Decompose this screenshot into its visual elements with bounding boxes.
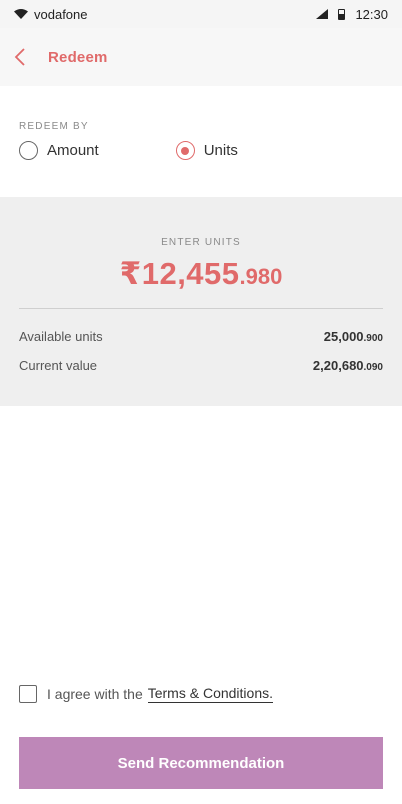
carrier-name: vodafone: [34, 6, 88, 22]
enter-units-label: ENTER UNITS: [161, 237, 241, 248]
redeem-by-options: Amount Units: [19, 141, 383, 160]
available-units-dec: .900: [363, 333, 383, 344]
redeem-by-section: REDEEM BY Amount Units: [0, 86, 402, 197]
current-value-value: 2,20,680.090: [313, 358, 383, 373]
battery-icon: [338, 8, 346, 20]
units-input[interactable]: ₹12,455.980: [19, 256, 383, 300]
status-right: 12:30: [316, 7, 388, 22]
current-value-label: Current value: [19, 358, 98, 373]
radio-selected-dot: [181, 146, 190, 155]
available-units-label: Available units: [19, 329, 103, 344]
current-value-dec: .090: [363, 362, 383, 373]
back-button[interactable]: [14, 45, 34, 69]
radio-label-amount: Amount: [47, 142, 99, 159]
radio-label-units: Units: [203, 142, 238, 159]
send-recommendation-button[interactable]: Send Recommendation: [19, 737, 383, 789]
wifi-icon: [14, 9, 28, 19]
radio-amount[interactable]: [19, 141, 38, 160]
terms-checkbox[interactable]: [19, 685, 37, 703]
radio-option-amount[interactable]: Amount: [19, 141, 99, 160]
current-value-int: 2,20,680: [312, 358, 364, 373]
app-bar: Redeem: [0, 28, 402, 86]
units-value-decimal: .980: [239, 264, 283, 289]
available-units-row: Available units 25,000.900: [19, 329, 383, 344]
units-panel: ENTER UNITS ₹12,455.980 Available units …: [0, 197, 402, 406]
status-bar: vodafone 12:30: [0, 0, 402, 28]
agree-text: I agree with the: [47, 686, 143, 702]
units-value-main: ₹12,455: [119, 256, 240, 291]
available-units-int: 25,000: [323, 329, 364, 344]
chevron-left-icon: [14, 48, 25, 66]
redeem-by-label: REDEEM BY: [19, 121, 89, 132]
current-value-row: Current value 2,20,680.090: [19, 358, 383, 373]
units-divider: [19, 308, 383, 309]
page-title: Redeem: [48, 48, 108, 66]
status-left: vodafone: [14, 7, 88, 22]
terms-link[interactable]: Terms & Conditions.: [147, 685, 274, 703]
signal-icon: [316, 9, 329, 19]
available-units-value: 25,000.900: [324, 329, 383, 344]
radio-units[interactable]: [175, 141, 195, 160]
status-time: 12:30: [355, 6, 388, 22]
radio-option-units[interactable]: Units: [175, 141, 238, 160]
terms-agreement-row: I agree with the Terms & Conditions.: [19, 685, 274, 703]
